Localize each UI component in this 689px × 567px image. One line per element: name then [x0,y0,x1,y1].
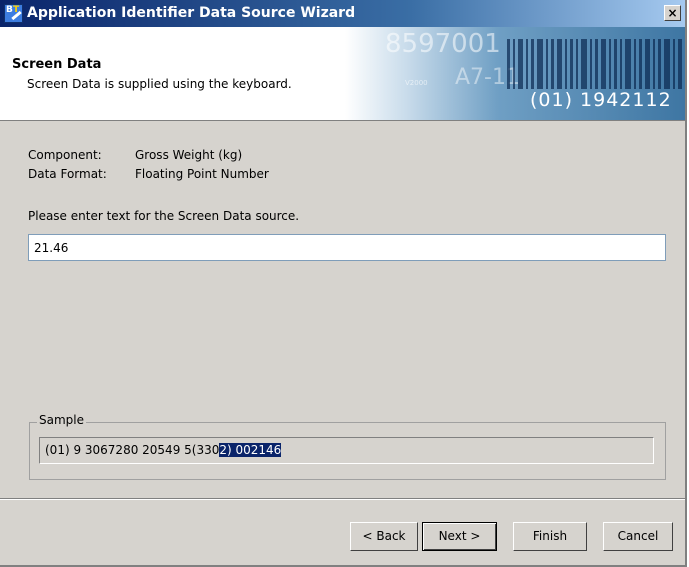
title-bar[interactable]: BT Application Identifier Data Source Wi… [0,0,685,27]
sample-text: (01) 9 3067280 20549 5(330 [45,443,220,457]
input-prompt: Please enter text for the Screen Data so… [28,209,300,223]
cancel-button[interactable]: Cancel [603,522,673,551]
app-logo-icon: BT [4,4,23,23]
close-button[interactable]: × [664,5,681,21]
finish-button[interactable]: Finish [513,522,587,551]
banner-ghost-number: 8597001 [385,29,501,59]
sample-selected-text: 2) 002146 [219,443,282,457]
banner-ghost-small: V2000 [405,79,428,87]
window-title: Application Identifier Data Source Wizar… [27,5,356,21]
sample-field[interactable]: (01) 9 3067280 20549 5(3302) 002146 [39,437,654,464]
component-label: Component: [28,148,102,162]
wizard-window: BT Application Identifier Data Source Wi… [0,0,687,567]
data-format-value: Floating Point Number [135,167,269,181]
footer-separator [0,498,685,500]
next-button[interactable]: Next > [422,522,497,551]
data-format-label: Data Format: [28,167,107,181]
component-value: Gross Weight (kg) [135,148,243,162]
back-button[interactable]: < Back [350,522,418,551]
page-subtitle: Screen Data is supplied using the keyboa… [27,77,292,91]
wizard-header: Screen Data Screen Data is supplied usin… [0,27,685,121]
screen-data-input[interactable]: 21.46 [28,234,666,261]
page-title: Screen Data [12,57,102,72]
barcode-banner: 8597001 A7-11 V2000 (01) 1942112 [345,27,685,120]
barcode-graphic [505,39,685,89]
sample-legend: Sample [37,413,86,427]
banner-barcode-text: (01) 1942112 [530,89,672,111]
